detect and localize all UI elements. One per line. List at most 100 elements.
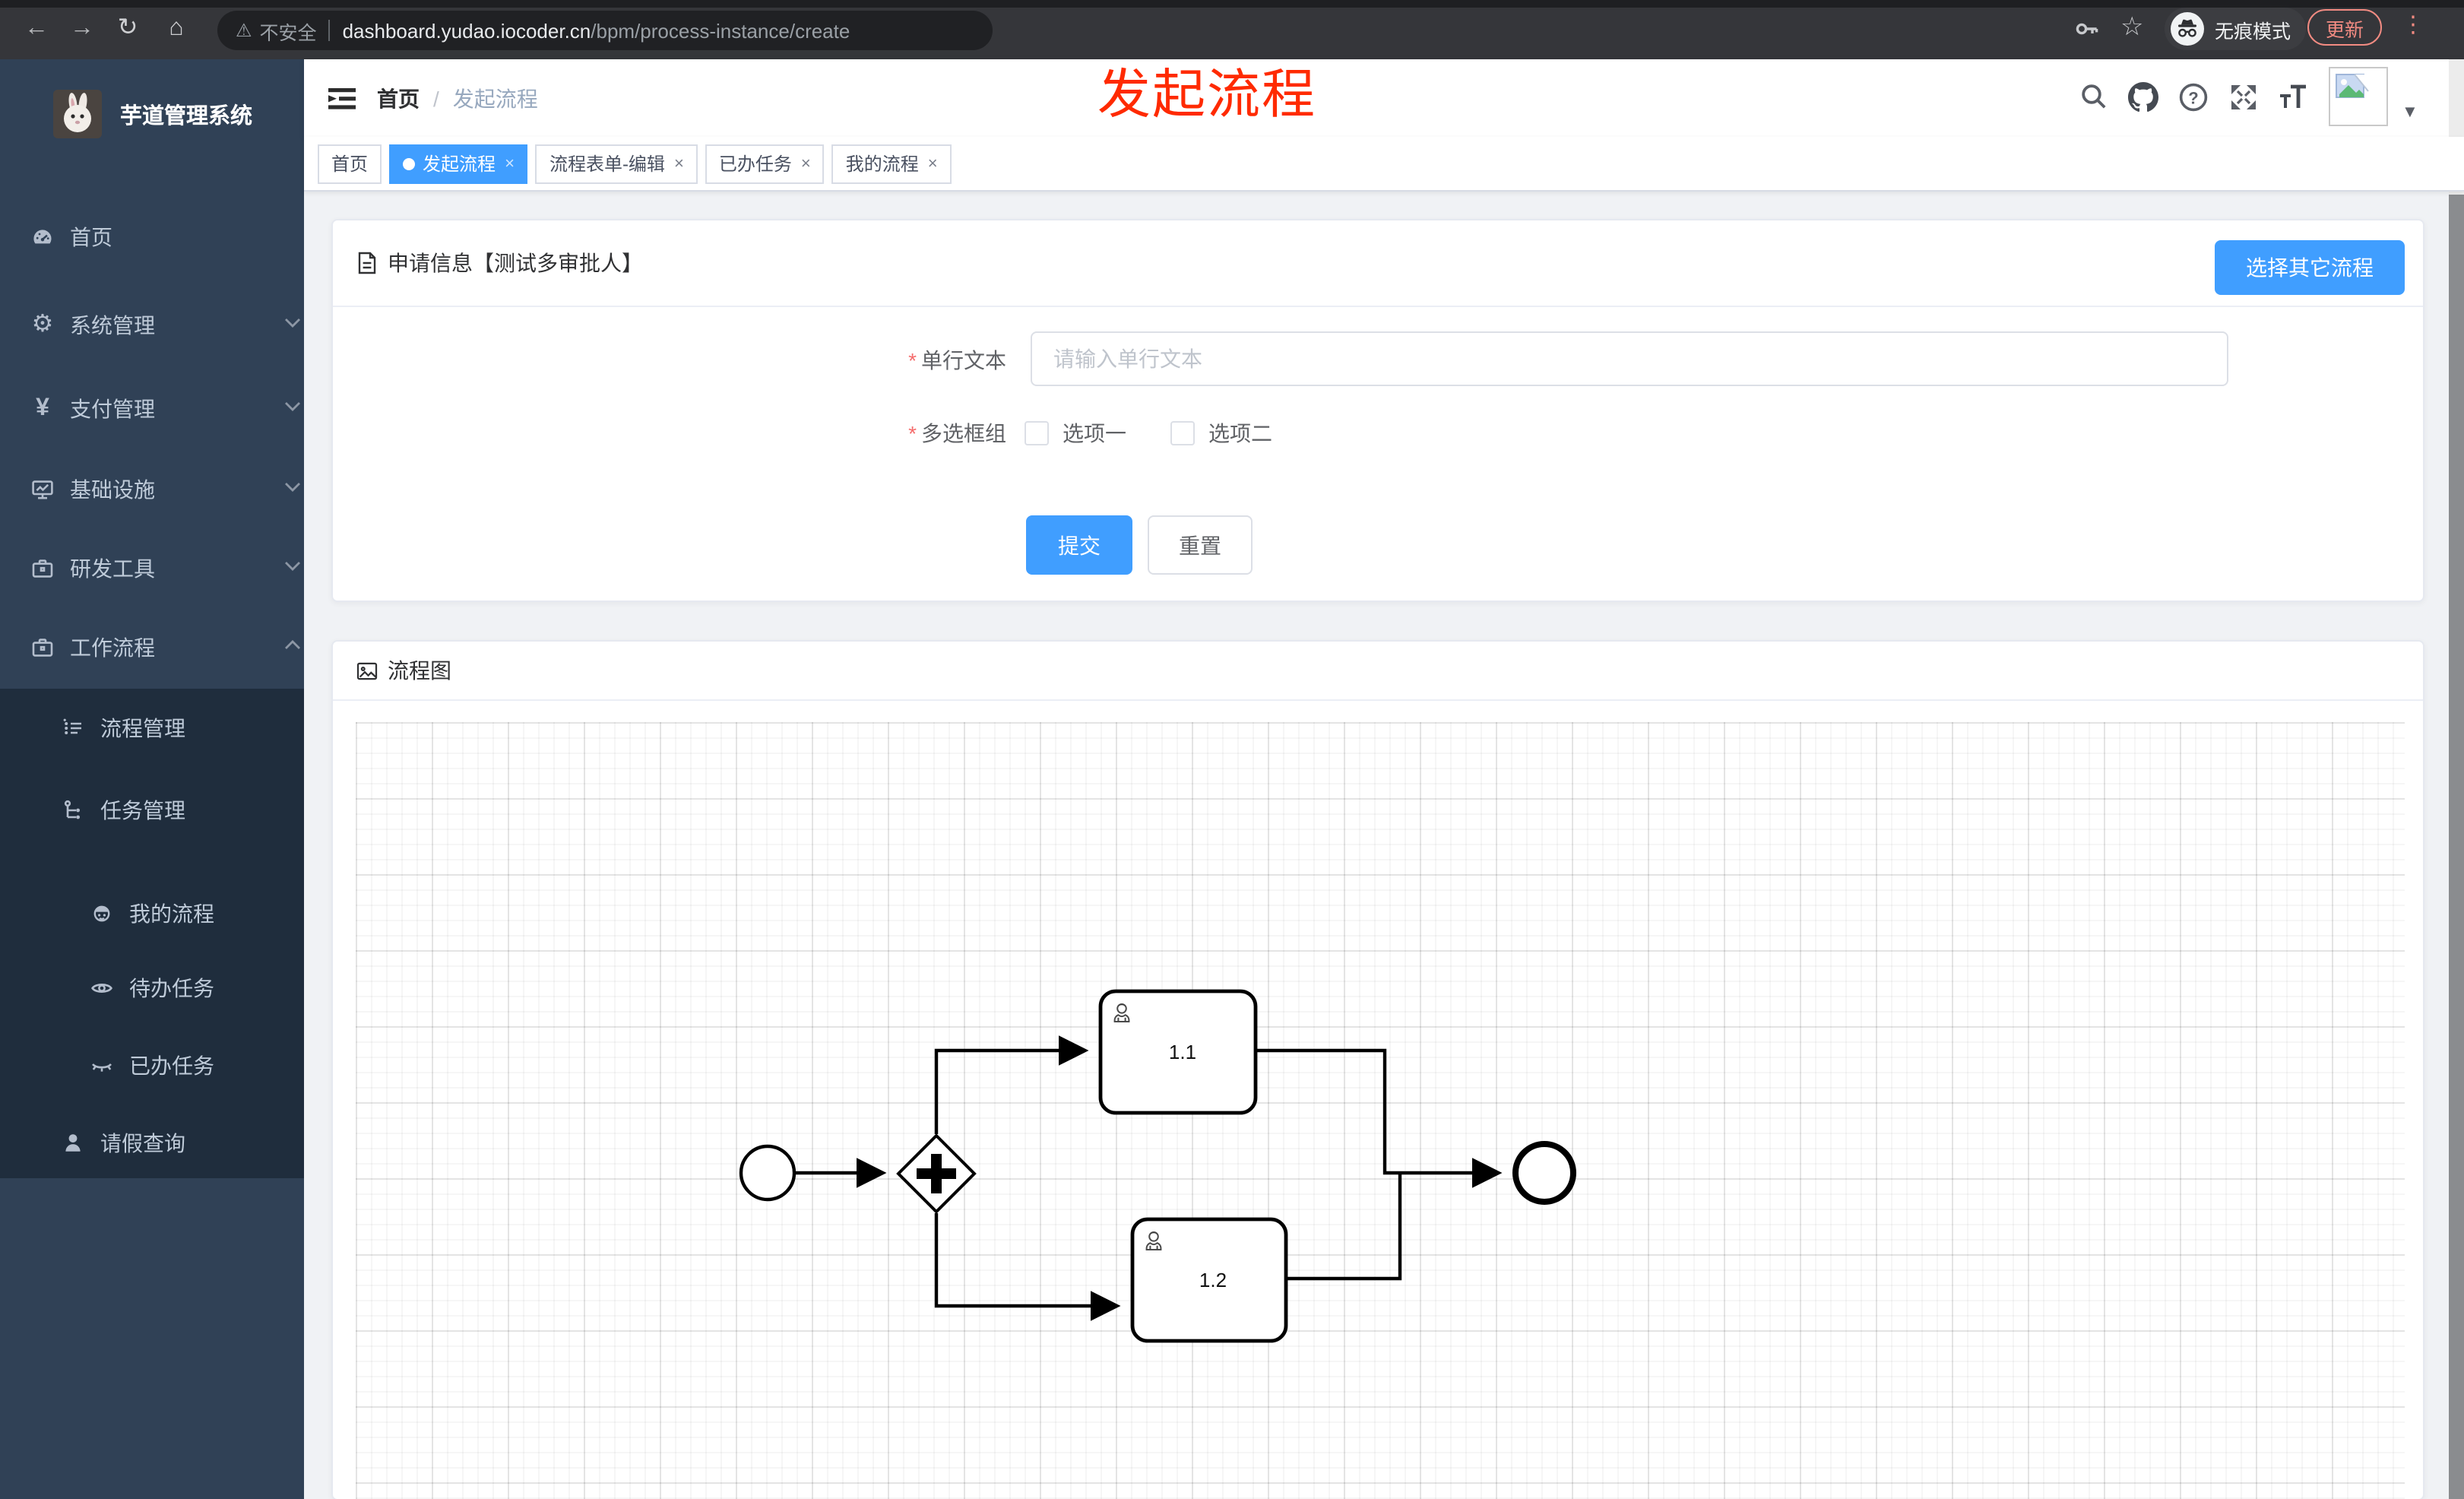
flow-diagram-card: 流程图 1.1 1.2 xyxy=(331,640,2424,1499)
search-icon[interactable] xyxy=(2079,82,2110,113)
breadcrumb-home[interactable]: 首页 xyxy=(377,83,420,113)
checkbox-icon[interactable] xyxy=(1170,421,1195,445)
gear-icon: ⚙ xyxy=(31,312,54,338)
checkbox-option-2[interactable]: 选项二 xyxy=(1170,418,1272,448)
browser-forward-icon[interactable]: → xyxy=(64,11,100,47)
tags-view-bar: 首页 发起流程 × 流程表单-编辑 × 已办任务 × 我的流程 × xyxy=(304,137,2464,192)
user-task-1-2[interactable]: 1.2 xyxy=(1130,1217,1288,1343)
flow-card-header: 流程图 xyxy=(333,642,2423,701)
browser-reload-icon[interactable]: ↻ xyxy=(109,11,146,47)
close-tab-icon[interactable]: × xyxy=(505,145,515,182)
tab-home[interactable]: 首页 xyxy=(318,144,382,183)
chevron-up-icon xyxy=(284,640,301,651)
select-other-process-button[interactable]: 选择其它流程 xyxy=(2215,240,2405,295)
svg-text:?: ? xyxy=(2188,88,2198,107)
tab-label: 发起流程 xyxy=(423,153,496,174)
incognito-icon xyxy=(2171,12,2204,46)
bpmn-diagram: 1.1 1.2 xyxy=(739,989,1576,1343)
flow-card-title: 流程图 xyxy=(388,658,451,683)
checkbox-option-1[interactable]: 选项一 xyxy=(1025,418,1126,448)
parallel-gateway[interactable] xyxy=(896,1133,977,1214)
tab-label: 我的流程 xyxy=(845,153,919,174)
eye-icon xyxy=(90,976,114,1000)
sidebar-item-payment[interactable]: ¥ 支付管理 xyxy=(0,368,334,450)
sidebar-item-label: 系统管理 xyxy=(70,313,155,338)
chevron-down-icon xyxy=(284,401,301,412)
tab-my-process[interactable]: 我的流程 × xyxy=(831,144,952,183)
tab-label: 流程表单-编辑 xyxy=(549,153,665,174)
checkbox-option-label: 选项二 xyxy=(1208,421,1272,445)
tab-label: 首页 xyxy=(331,153,369,174)
not-secure-label: 不安全 xyxy=(259,22,317,43)
scrollbar-thumb[interactable] xyxy=(2449,195,2464,1499)
app-title: 芋道管理系统 xyxy=(120,104,252,128)
end-event[interactable] xyxy=(1512,1141,1576,1205)
sidebar-item-label: 工作流程 xyxy=(70,635,155,660)
active-tab-dot xyxy=(403,157,416,170)
sidebar-logo-row[interactable]: 芋道管理系统 xyxy=(0,71,304,157)
sidebar-item-label: 已办任务 xyxy=(129,1054,214,1078)
sidebar-item-label: 支付管理 xyxy=(70,397,155,421)
close-tab-icon[interactable]: × xyxy=(801,145,811,182)
sidebar-item-label: 首页 xyxy=(70,225,112,249)
browser-back-icon[interactable]: ← xyxy=(18,11,55,47)
page-content: 申请信息【测试多审批人】 选择其它流程 *单行文本 *多选框组 选项一 选项二 … xyxy=(304,192,2464,1499)
sidebar-toggle-icon[interactable] xyxy=(325,82,359,116)
task-label: 1.1 xyxy=(1169,1041,1196,1063)
reset-button[interactable]: 重置 xyxy=(1148,515,1253,575)
browser-chrome: ← → ↻ ⌂ ⚠ 不安全 dashboard.yudao.iocoder.cn… xyxy=(0,0,2464,59)
sidebar-item-label: 我的流程 xyxy=(129,902,214,926)
browser-update-button[interactable]: 更新 xyxy=(2307,9,2383,46)
people-icon xyxy=(90,902,114,926)
chevron-down-icon xyxy=(284,482,301,493)
github-icon[interactable] xyxy=(2128,82,2158,113)
key-icon[interactable] xyxy=(2073,15,2101,43)
bookmark-star-icon[interactable]: ☆ xyxy=(2120,12,2144,43)
user-task-1-1[interactable]: 1.1 xyxy=(1098,989,1258,1115)
bpmn-canvas[interactable]: 1.1 1.2 xyxy=(356,722,2405,1499)
address-bar[interactable]: ⚠ 不安全 dashboard.yudao.iocoder.cn /bpm/pr… xyxy=(217,11,993,50)
help-icon[interactable]: ? xyxy=(2178,82,2209,113)
sidebar-item-infrastructure[interactable]: 基础设施 xyxy=(0,448,334,531)
single-line-input[interactable] xyxy=(1031,331,2228,386)
close-tab-icon[interactable]: × xyxy=(928,145,938,182)
breadcrumb-separator: / xyxy=(433,86,439,110)
close-tab-icon[interactable]: × xyxy=(674,145,684,182)
avatar[interactable] xyxy=(2329,67,2388,126)
monitor-icon xyxy=(30,477,55,502)
url-separator xyxy=(328,20,331,41)
sidebar-item-dev-tools[interactable]: 研发工具 xyxy=(0,528,334,610)
required-asterisk: * xyxy=(908,421,917,445)
flow-task1-to-end xyxy=(1256,1048,1503,1188)
browser-menu-icon[interactable]: ⋮ xyxy=(2402,11,2424,38)
browser-home-icon[interactable]: ⌂ xyxy=(158,11,195,47)
yen-icon: ¥ xyxy=(36,395,49,421)
dashboard-icon xyxy=(30,225,55,249)
tab-label: 已办任务 xyxy=(718,153,792,174)
chevron-down-icon xyxy=(284,561,301,572)
tab-start-process[interactable]: 发起流程 × xyxy=(389,144,528,183)
task-label: 1.2 xyxy=(1199,1269,1227,1291)
app-logo xyxy=(53,90,102,138)
submit-button[interactable]: 提交 xyxy=(1026,515,1132,575)
tab-process-form-edit[interactable]: 流程表单-编辑 × xyxy=(535,144,698,183)
apply-info-card-header: 申请信息【测试多审批人】 选择其它流程 xyxy=(333,220,2423,307)
sidebar-item-system[interactable]: ⚙ 系统管理 xyxy=(0,284,334,366)
toolbox-icon xyxy=(30,556,55,581)
url-path: /bpm/process-instance/create xyxy=(591,19,850,42)
sidebar-item-workflow[interactable]: 工作流程 xyxy=(0,607,334,689)
start-event[interactable] xyxy=(739,1144,797,1202)
fullscreen-icon[interactable] xyxy=(2228,82,2259,113)
flow-gateway-to-task1 xyxy=(934,1035,1089,1134)
avatar-caret-icon[interactable]: ▼ xyxy=(2402,103,2418,122)
window-top-strip xyxy=(0,0,2464,8)
apply-info-title: 申请信息【测试多审批人】 xyxy=(388,251,643,275)
sidebar-item-label: 待办任务 xyxy=(129,976,214,1000)
breadcrumb: 首页 / 发起流程 xyxy=(377,59,538,137)
sidebar-item-home[interactable]: 首页 xyxy=(0,196,334,278)
font-size-icon[interactable] xyxy=(2277,82,2307,113)
apply-info-card: 申请信息【测试多审批人】 选择其它流程 *单行文本 *多选框组 选项一 选项二 … xyxy=(331,219,2424,602)
image-icon xyxy=(356,659,378,682)
checkbox-icon[interactable] xyxy=(1025,421,1049,445)
tab-done-tasks[interactable]: 已办任务 × xyxy=(705,144,825,183)
